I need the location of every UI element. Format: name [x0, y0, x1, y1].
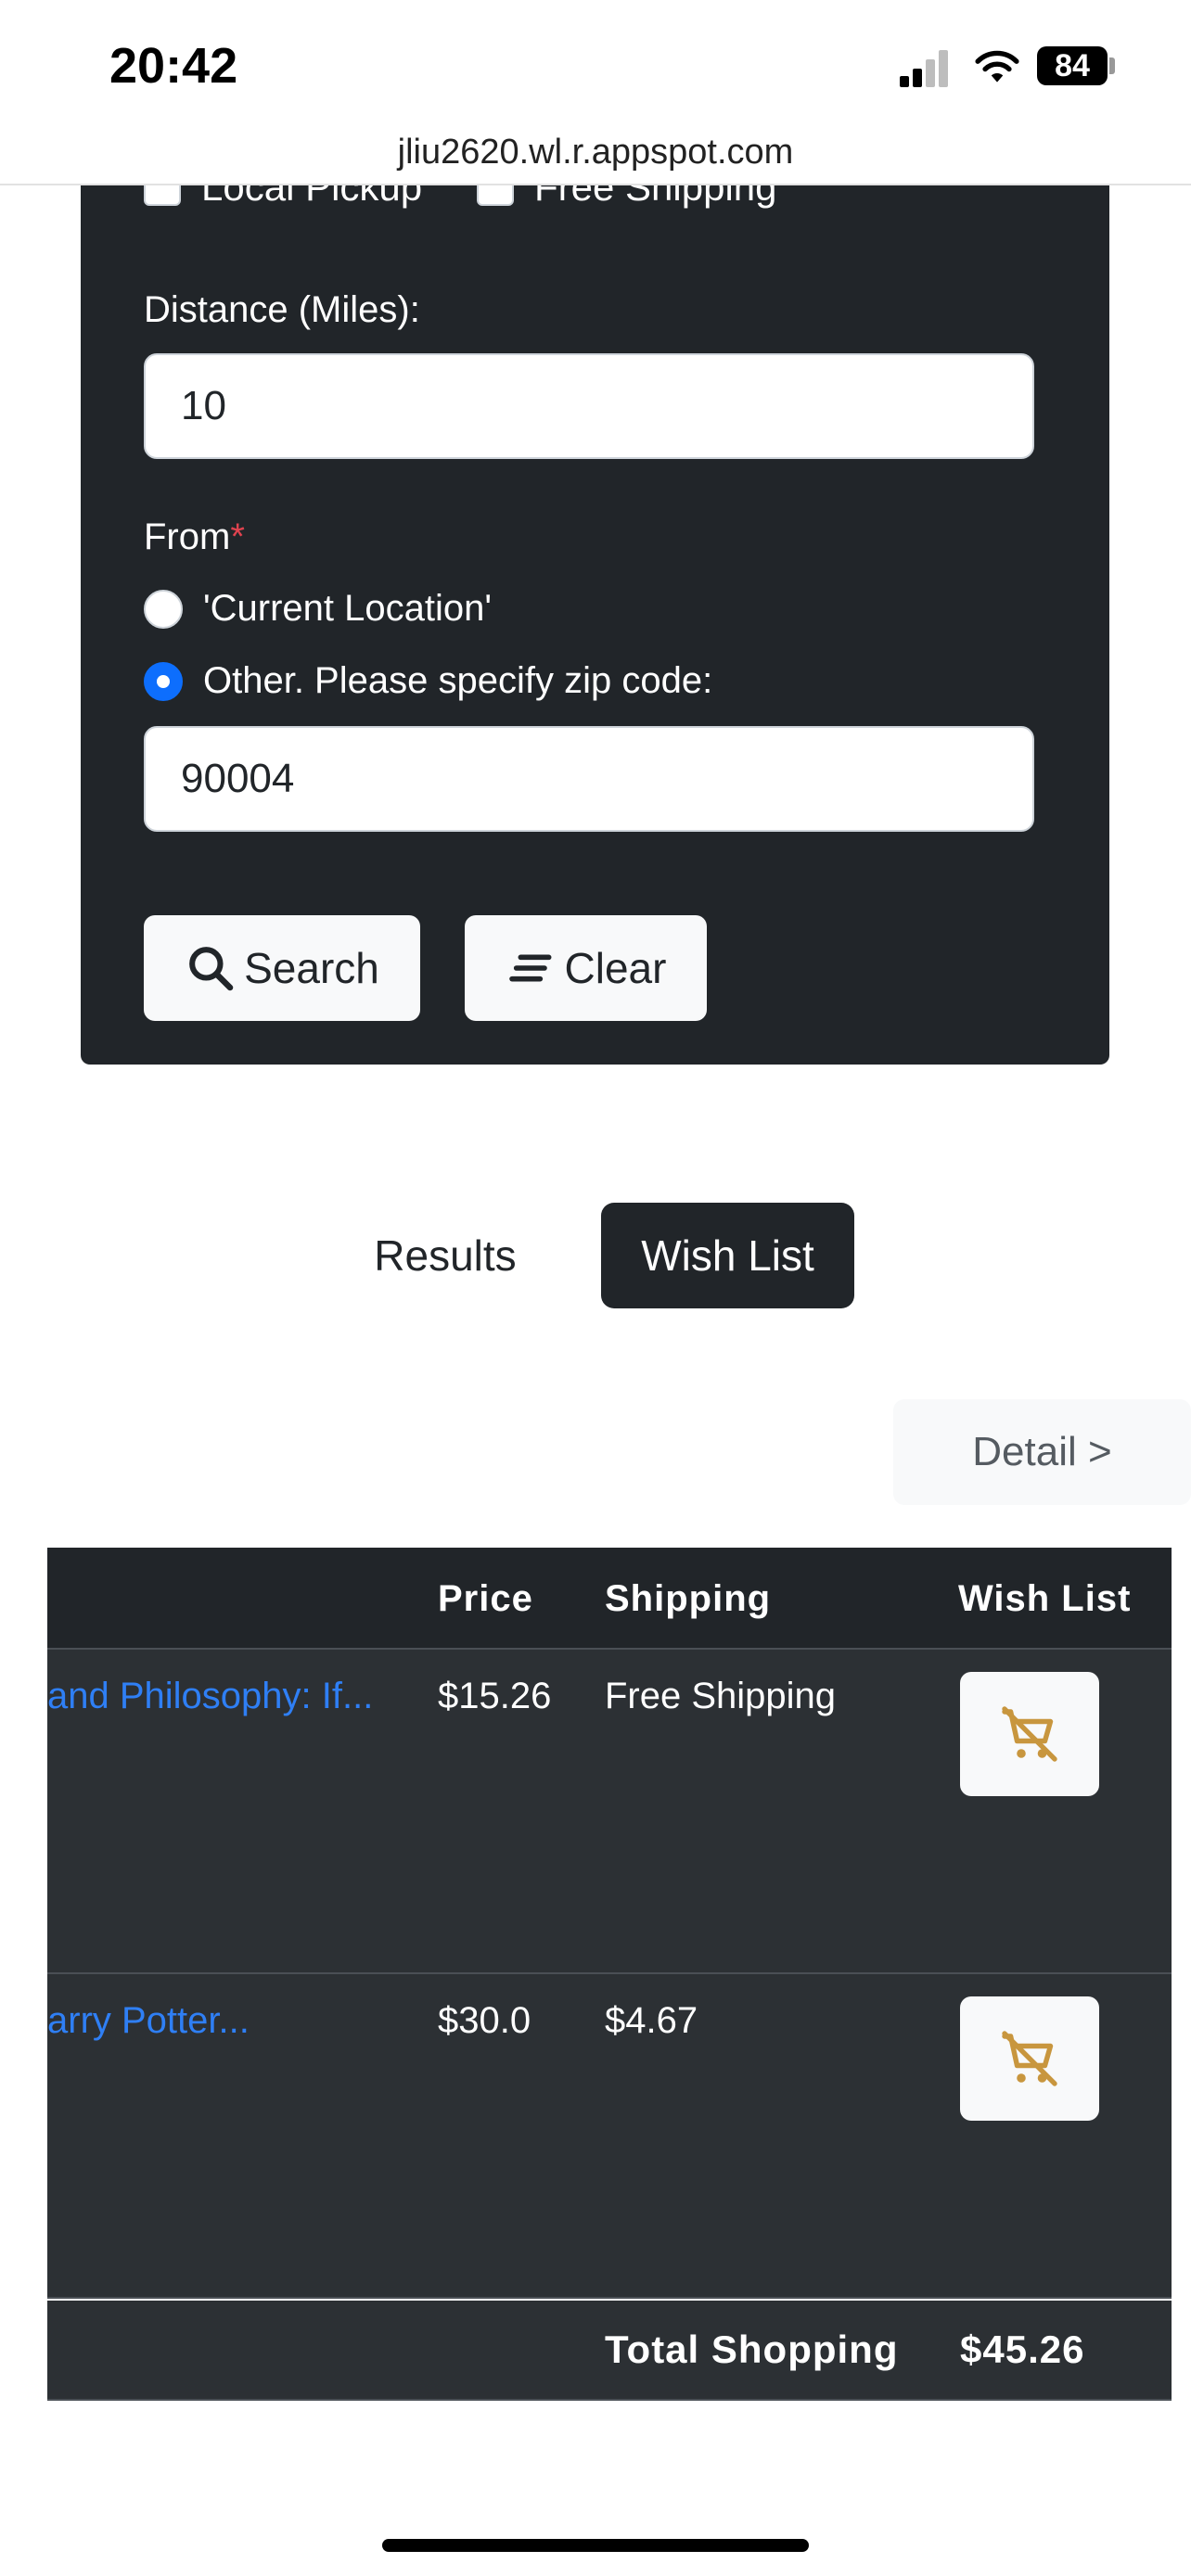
total-value: $45.26 — [960, 2327, 1085, 2371]
item-title-link[interactable]: and Philosophy: If... — [47, 1676, 373, 1717]
wish-list-table[interactable]: Price Shipping Wish List and Philosophy:… — [47, 1548, 1172, 2401]
item-price: $30.0 — [438, 2000, 531, 2041]
battery-cap — [1109, 57, 1115, 74]
item-title-link[interactable]: arry Potter... — [47, 2000, 250, 2042]
distance-label: Distance (Miles): — [144, 289, 420, 330]
item-shipping: $4.67 — [605, 2000, 698, 2041]
distance-input[interactable]: 10 — [144, 353, 1034, 459]
item-shipping: Free Shipping — [605, 1676, 837, 1716]
search-icon — [189, 947, 234, 991]
table-footer: Total Shopping $45.26 — [47, 2301, 1172, 2401]
total-label: Total Shopping — [605, 2327, 899, 2371]
search-button-label: Search — [244, 944, 379, 992]
clear-button-label: Clear — [564, 944, 667, 992]
other-zip-option[interactable]: Other. Please specify zip code: — [144, 660, 712, 702]
clear-button[interactable]: Clear — [465, 915, 707, 1021]
zip-code-input[interactable]: 90004 — [144, 726, 1034, 832]
distance-value: 10 — [181, 383, 226, 428]
page: Local Pickup Free Shipping Distance (Mil… — [0, 0, 1191, 2576]
zip-code-value: 90004 — [181, 756, 295, 801]
search-button[interactable]: Search — [144, 915, 420, 1021]
url-text: jliu2620.wl.r.appspot.com — [397, 132, 794, 172]
remove-from-cart-icon — [1002, 1706, 1057, 1762]
current-location-option[interactable]: 'Current Location' — [144, 588, 492, 630]
tab-wish-list[interactable]: Wish List — [601, 1203, 854, 1308]
current-location-radio[interactable] — [144, 589, 183, 629]
from-label: From* — [144, 516, 245, 558]
home-indicator[interactable] — [382, 2539, 809, 2552]
tab-results[interactable]: Results — [343, 1203, 547, 1308]
table-header: Price Shipping Wish List — [47, 1548, 1172, 1650]
clear-icon — [508, 954, 551, 982]
battery-level: 84 — [1055, 47, 1090, 83]
status-bar: 20:42 84 — [0, 0, 1191, 121]
other-zip-radio[interactable] — [144, 661, 183, 701]
url-bar[interactable]: jliu2620.wl.r.appspot.com — [0, 121, 1191, 185]
table-row: arry Potter... $30.0 $4.67 — [47, 1974, 1172, 2299]
header-price: Price — [438, 1577, 533, 1619]
current-location-label: 'Current Location' — [203, 588, 492, 629]
item-price: $15.26 — [438, 1676, 552, 1716]
wifi-icon — [975, 50, 1019, 83]
cellular-signal-icon — [900, 50, 948, 87]
header-shipping: Shipping — [605, 1577, 772, 1619]
remove-from-cart-icon — [1002, 2031, 1057, 2086]
status-time: 20:42 — [109, 38, 238, 94]
detail-button[interactable]: Detail > — [893, 1399, 1191, 1505]
required-mark: * — [230, 516, 245, 557]
from-label-text: From — [144, 516, 231, 557]
header-wish-list: Wish List — [958, 1577, 1132, 1619]
remove-from-wishlist-button[interactable] — [960, 1672, 1099, 1796]
other-zip-label: Other. Please specify zip code: — [203, 660, 713, 701]
battery-icon: 84 — [1037, 46, 1108, 85]
table-row: and Philosophy: If... $15.26 Free Shippi… — [47, 1650, 1172, 1974]
remove-from-wishlist-button[interactable] — [960, 1996, 1099, 2121]
